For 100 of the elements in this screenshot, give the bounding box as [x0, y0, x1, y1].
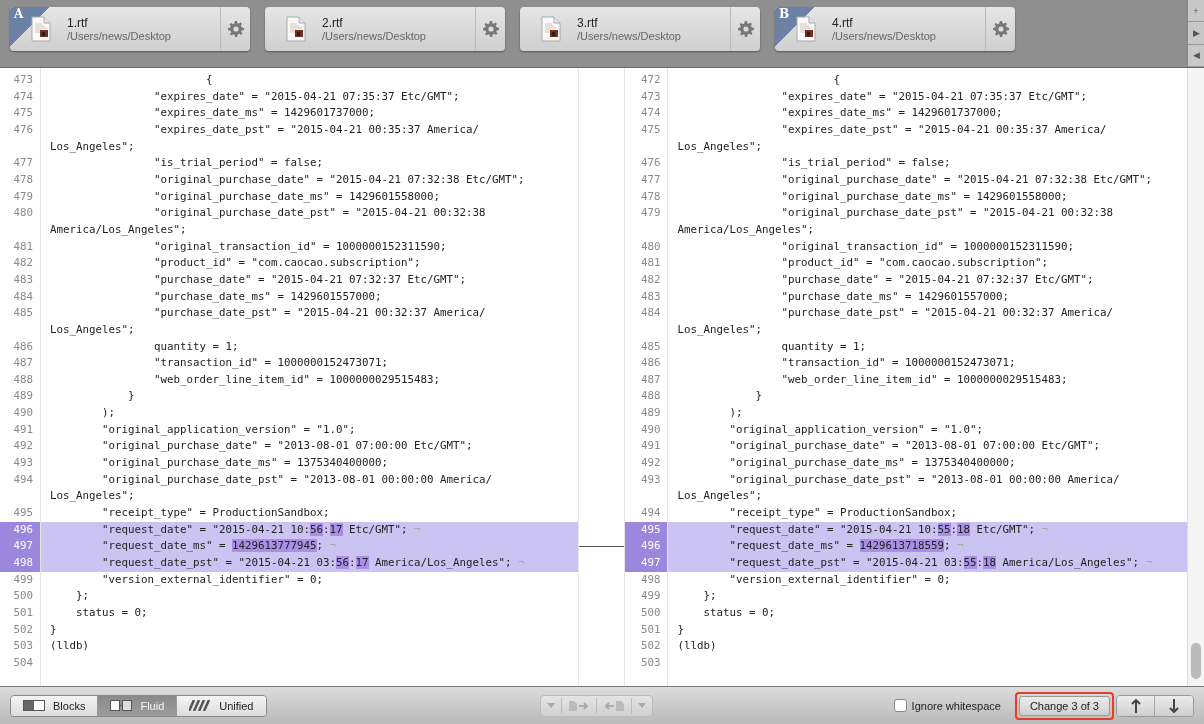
line-number: 474 — [12, 88, 34, 105]
line-number: 493 — [12, 455, 34, 472]
file-card[interactable]: A 1.rtf /Users/news/Desktop — [10, 7, 250, 51]
code-line: "request_date_pst" = "2015-04-21 03:56:17 America/Los_Angeles"; ¬ — [101, 555, 525, 572]
line-number: 490 — [639, 421, 662, 438]
code-line: "expires_date_pst" = "2015-04-21 00:35:37 America/ — [153, 121, 480, 138]
code-line: "original_purchase_date_ms" = 1375340400000; — [728, 455, 1016, 472]
previous-change-button[interactable] — [1117, 695, 1155, 716]
code-line: Los_Angeles"; — [49, 321, 135, 338]
code-line: "transaction_id" = 1000000152473071; — [780, 355, 1016, 372]
line-number: 485 — [12, 305, 34, 322]
line-number: 503 — [639, 654, 662, 671]
code-line: quantity = 1; — [153, 338, 239, 355]
code-line: } — [49, 621, 57, 638]
line-number: 486 — [639, 355, 662, 372]
split-view-icon — [23, 700, 45, 711]
line-number: 492 — [639, 455, 662, 472]
code-line: ); — [728, 405, 743, 422]
code-line: }; — [75, 588, 89, 605]
caret-icon — [637, 702, 646, 709]
code-line: "expires_date" = "2015-04-21 07:35:37 Etc/GMT"; — [780, 88, 1087, 105]
copy-left-icon — [602, 699, 625, 712]
view-mode-tab[interactable]: Unified — [177, 695, 266, 716]
line-number: 476 — [639, 155, 662, 172]
code-line: "original_purchase_date_ms" = 1429601558000; — [780, 188, 1068, 205]
line-number: 489 — [12, 388, 34, 405]
side-button[interactable]: ▶ — [1188, 22, 1204, 45]
code-line: status = 0; — [75, 605, 148, 621]
line-number: 479 — [12, 188, 34, 205]
line-number: 477 — [12, 155, 34, 172]
caret-icon — [546, 702, 555, 709]
code-line: }; — [702, 588, 717, 605]
line-number: 488 — [639, 388, 662, 405]
file-card[interactable]: 3.rtf /Users/news/Desktop — [520, 7, 760, 51]
code-line: "original_purchase_date_pst" = "2013-08-01 00:00:00 America/ — [101, 471, 493, 488]
code-line: "version_external_identifier" = 0; — [101, 571, 323, 588]
line-number: 497 — [0, 538, 40, 556]
code-line: "original_transaction_id" = 1000000152311590; — [153, 238, 447, 255]
line-number: 486 — [12, 338, 34, 355]
code-line: { — [205, 72, 213, 88]
code-line: "receipt_type" = ProductionSandbox; — [728, 505, 957, 522]
line-number: 502 — [12, 621, 34, 638]
code-line: "original_purchase_date_pst" = "2015-04-21 00:32:38 — [780, 205, 1113, 222]
merge-button-group[interactable] — [539, 694, 653, 717]
line-number: 499 — [12, 571, 34, 588]
scrollbar[interactable] — [1187, 68, 1204, 686]
line-number: 480 — [12, 205, 34, 222]
code-line: status = 0; — [702, 605, 775, 621]
line-number: 493 — [639, 471, 662, 488]
line-number: 490 — [12, 405, 34, 422]
code-line: "is_trial_period" = false; — [153, 155, 323, 172]
line-number: 491 — [639, 438, 662, 455]
next-change-button[interactable] — [1155, 695, 1193, 716]
code-line: Los_Angeles"; — [49, 138, 135, 155]
line-number: 495 — [12, 505, 34, 522]
line-number: 477 — [639, 171, 662, 188]
code-line: "purchase_date_ms" = 1429601557000; — [153, 288, 382, 305]
line-number: 481 — [639, 255, 662, 272]
ignore-whitespace-checkbox[interactable]: Ignore whitespace — [893, 699, 1001, 712]
code-line: "original_purchase_date_pst" = "2015-04-21 00:32:38 — [153, 205, 486, 222]
code-line: Los_Angeles"; — [676, 488, 762, 505]
code-line: "original_purchase_date_ms" = 1375340400000; — [101, 455, 388, 472]
code-line: Los_Angeles"; — [676, 138, 762, 155]
line-number: 485 — [639, 338, 662, 355]
line-number: 494 — [639, 505, 662, 522]
side-button[interactable]: ◀ — [1188, 44, 1204, 67]
line-number: 499 — [639, 588, 662, 605]
code-line: Los_Angeles"; — [676, 321, 762, 338]
up-arrow-icon — [1130, 698, 1141, 713]
line-number: 496 — [0, 521, 40, 539]
line-number: 484 — [639, 305, 662, 322]
line-number: 482 — [12, 255, 34, 272]
line-number: 479 — [639, 205, 662, 222]
code-line: "receipt_type" = ProductionSandbox; — [101, 505, 330, 522]
line-number: 496 — [625, 538, 668, 556]
change-counter-button[interactable]: Change 3 of 3 — [1018, 695, 1110, 716]
code-line: America/Los_Angeles"; — [676, 221, 814, 238]
file-path: /Users/news/Desktop — [577, 30, 682, 42]
document-icon — [31, 16, 51, 42]
copy-right-icon — [567, 699, 590, 712]
side-button[interactable]: + — [1188, 0, 1204, 23]
code-line: quantity = 1; — [780, 338, 866, 355]
file-name: 2.rtf — [322, 16, 344, 30]
file-card[interactable]: 2.rtf /Users/news/Desktop — [265, 7, 505, 51]
line-number: 482 — [639, 271, 662, 288]
line-number: 478 — [639, 188, 662, 205]
code-line: { — [832, 72, 840, 88]
view-mode-tab[interactable]: Blocks — [11, 695, 99, 716]
code-line: "purchase_date" = "2015-04-21 07:32:37 Etc/GMT"; — [153, 271, 467, 288]
file-card[interactable]: B 4.rtf /Users/news/Desktop — [775, 7, 1015, 51]
code-line: "purchase_date_ms" = 1429601557000; — [780, 288, 1009, 305]
code-line: America/Los_Angeles"; — [49, 221, 187, 238]
file-path: /Users/news/Desktop — [67, 30, 172, 42]
code-line: Los_Angeles"; — [49, 488, 135, 505]
code-line: (lldb) — [676, 638, 717, 655]
document-icon — [286, 16, 306, 42]
line-number: 489 — [639, 405, 662, 422]
line-number: 473 — [639, 88, 662, 105]
line-number: 475 — [639, 121, 662, 138]
code-line: "original_purchase_date" = "2013-08-01 07:00:00 Etc/GMT"; — [728, 438, 1100, 455]
